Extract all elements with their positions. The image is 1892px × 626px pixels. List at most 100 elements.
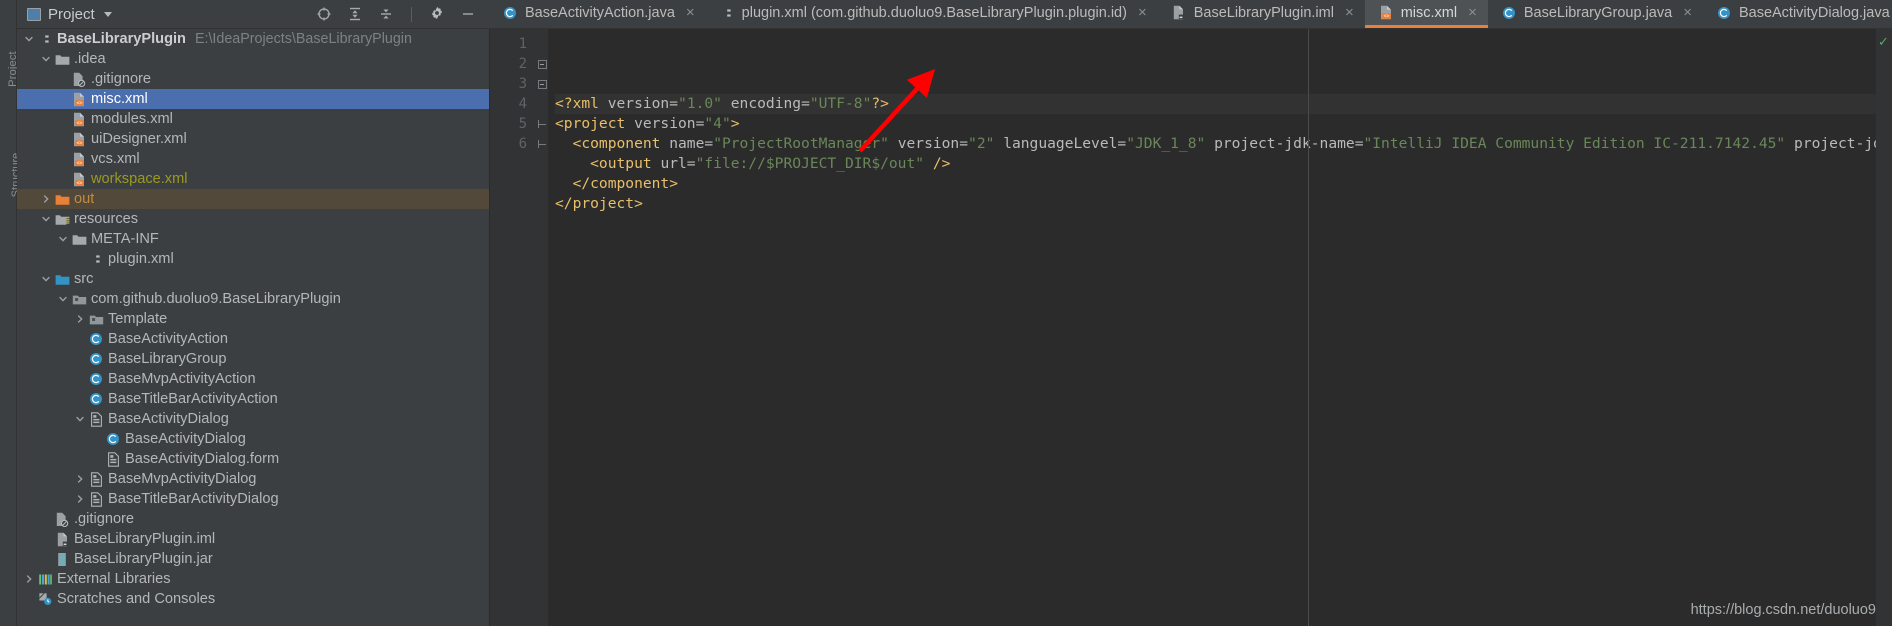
editor-tab-baseactivityaction[interactable]: BaseActivityAction.java ×: [489, 0, 706, 28]
close-icon[interactable]: ×: [1683, 5, 1692, 20]
tree-node-meta-inf[interactable]: META-INF: [17, 229, 489, 249]
code-line[interactable]: <component name="ProjectRootManager" ver…: [555, 134, 1876, 154]
project-panel-toolbar: Project: [17, 0, 489, 29]
collapse-all-icon[interactable]: [377, 5, 395, 23]
tree-node-.gitignore[interactable]: .gitignore: [17, 69, 489, 89]
line-number[interactable]: 6: [490, 134, 536, 154]
editor-tab-baselibrarygroup[interactable]: BaseLibraryGroup.java ×: [1488, 0, 1703, 28]
chevron-right-icon[interactable]: [38, 194, 53, 204]
tree-node-plugin.xml[interactable]: plugin.xml: [17, 249, 489, 269]
chevron-down-icon[interactable]: [55, 234, 70, 244]
editor-tab-baseactivitydialog[interactable]: BaseActivityDialog.java×: [1703, 0, 1892, 28]
code-token: <project: [555, 115, 635, 132]
expand-all-icon[interactable]: [346, 5, 364, 23]
code-line[interactable]: </project>: [555, 194, 1876, 214]
chevron-right-icon[interactable]: [21, 574, 36, 584]
tree-node-baselibraryplugin.jar[interactable]: BaseLibraryPlugin.jar: [17, 549, 489, 569]
tree-node-basemvpactivitydialog[interactable]: BaseMvpActivityDialog: [17, 469, 489, 489]
code-line[interactable]: <output url="file://$PROJECT_DIR$/out" /…: [555, 154, 1876, 174]
project-panel-title-button[interactable]: Project: [27, 6, 112, 23]
tree-node-baselibrarygroup[interactable]: BaseLibraryGroup: [17, 349, 489, 369]
inspection-gutter[interactable]: ✓: [1876, 29, 1892, 626]
code-fold-toggle[interactable]: [536, 54, 548, 74]
tree-node-baseactivitydialog[interactable]: BaseActivityDialog: [17, 409, 489, 429]
line-number[interactable]: 2: [490, 54, 536, 74]
tree-node-.idea[interactable]: .idea: [17, 49, 489, 69]
tree-node-.gitignore[interactable]: .gitignore: [17, 509, 489, 529]
close-icon[interactable]: ×: [1468, 5, 1477, 20]
locate-icon[interactable]: [315, 5, 333, 23]
chevron-down-icon[interactable]: [38, 274, 53, 284]
chevron-right-icon[interactable]: [72, 494, 87, 504]
chevron-right-icon[interactable]: [72, 474, 87, 484]
tree-node-baseactivitydialog.form[interactable]: BaseActivityDialog.form: [17, 449, 489, 469]
hide-panel-icon[interactable]: [459, 5, 477, 23]
tree-node-label: .idea: [74, 51, 106, 67]
tree-node-out[interactable]: out: [17, 189, 489, 209]
editor-tab-plugin[interactable]: plugin.xml (com.github.duoluo9.BaseLibra…: [706, 0, 1158, 28]
editor-tab-baselibraryplugin[interactable]: BaseLibraryPlugin.iml ×: [1158, 0, 1365, 28]
tree-node-vcs.xml[interactable]: <> vcs.xml: [17, 149, 489, 169]
code-fold-toggle[interactable]: [536, 134, 548, 154]
xml-file-icon: <>: [70, 92, 88, 107]
jar-file-icon: [53, 552, 71, 567]
tree-node-modules.xml[interactable]: <> modules.xml: [17, 109, 489, 129]
tree-node-external-libraries[interactable]: External Libraries: [17, 569, 489, 589]
tree-node-template[interactable]: Template: [17, 309, 489, 329]
tree-node-resources[interactable]: resources: [17, 209, 489, 229]
tree-node-uidesigner.xml[interactable]: <> uiDesigner.xml: [17, 129, 489, 149]
code-editor[interactable]: 123456 <?xml version="1.0" encoding="UTF…: [490, 29, 1892, 626]
code-token: encoding: [730, 95, 802, 112]
tree-node-label: META-INF: [91, 231, 159, 247]
tree-node-baseactivityaction[interactable]: BaseActivityAction: [17, 329, 489, 349]
code-folding-gutter[interactable]: [536, 29, 548, 626]
code-line[interactable]: <?xml version="1.0" encoding="UTF-8"?>: [555, 94, 1876, 114]
main-area: Project Structure BaseLibraryPlugin E:\Id…: [0, 29, 1892, 626]
line-number[interactable]: 3: [490, 74, 536, 94]
line-number[interactable]: 5: [490, 114, 536, 134]
settings-gear-icon[interactable]: [428, 5, 446, 23]
line-number[interactable]: 1: [490, 34, 536, 54]
chevron-right-icon[interactable]: [72, 314, 87, 324]
chevron-down-icon[interactable]: [21, 34, 36, 44]
editor-tab-misc[interactable]: <> misc.xml ×: [1364, 0, 1488, 28]
code-content[interactable]: <?xml version="1.0" encoding="UTF-8"?> <p…: [548, 29, 1876, 626]
project-tree[interactable]: BaseLibraryPlugin E:\IdeaProjects\BaseLib…: [17, 29, 490, 626]
code-fold-toggle[interactable]: [536, 74, 548, 94]
tool-window-stripe-left[interactable]: Project Structure: [0, 29, 22, 626]
tree-node-src[interactable]: src: [17, 269, 489, 289]
close-icon[interactable]: ×: [1345, 5, 1354, 20]
code-token: <output: [555, 155, 661, 172]
xml-file-icon: <>: [70, 112, 88, 127]
code-fold-toggle[interactable]: [536, 114, 548, 134]
tree-node-basetitlebaractivityaction[interactable]: BaseTitleBarActivityAction: [17, 389, 489, 409]
chevron-down-icon[interactable]: [38, 214, 53, 224]
chevron-down-icon[interactable]: [55, 294, 70, 304]
close-icon[interactable]: ×: [1138, 5, 1147, 20]
line-number[interactable]: 4: [490, 94, 536, 114]
tree-node-scratches-and-consoles[interactable]: Scratches and Consoles: [17, 589, 489, 609]
chevron-down-icon[interactable]: [38, 54, 53, 64]
code-token: project-jdk-name: [1214, 135, 1355, 152]
tree-node-baseactivitydialog[interactable]: BaseActivityDialog: [17, 429, 489, 449]
tree-node-label: vcs.xml: [91, 151, 140, 167]
tree-node-com.github.duoluo9.baselibraryplugin[interactable]: com.github.duoluo9.BaseLibraryPlugin: [17, 289, 489, 309]
code-token: "JDK_1_8": [1126, 135, 1206, 152]
tree-node-baselibraryplugin.iml[interactable]: BaseLibraryPlugin.iml: [17, 529, 489, 549]
tree-node-baselibraryplugin[interactable]: BaseLibraryPlugin E:\IdeaProjects\BaseLib…: [17, 29, 489, 49]
tree-node-misc.xml[interactable]: <> misc.xml: [17, 89, 489, 109]
tree-node-basetitlebaractivitydialog[interactable]: BaseTitleBarActivityDialog: [17, 489, 489, 509]
code-line[interactable]: <project version="4">: [555, 114, 1876, 134]
code-token: =: [669, 95, 679, 112]
tree-node-workspace.xml[interactable]: <> workspace.xml: [17, 169, 489, 189]
code-line[interactable]: </component>: [555, 174, 1876, 194]
editor-tab-label: misc.xml: [1400, 4, 1458, 21]
code-token: version: [897, 135, 960, 152]
tree-node-label: BaseLibraryPlugin: [57, 31, 186, 47]
close-icon[interactable]: ×: [686, 5, 695, 20]
tree-node-basemvpactivityaction[interactable]: BaseMvpActivityAction: [17, 369, 489, 389]
chevron-down-icon[interactable]: [103, 11, 112, 17]
chevron-down-icon[interactable]: [72, 414, 87, 424]
tree-node-label: plugin.xml: [108, 251, 174, 267]
